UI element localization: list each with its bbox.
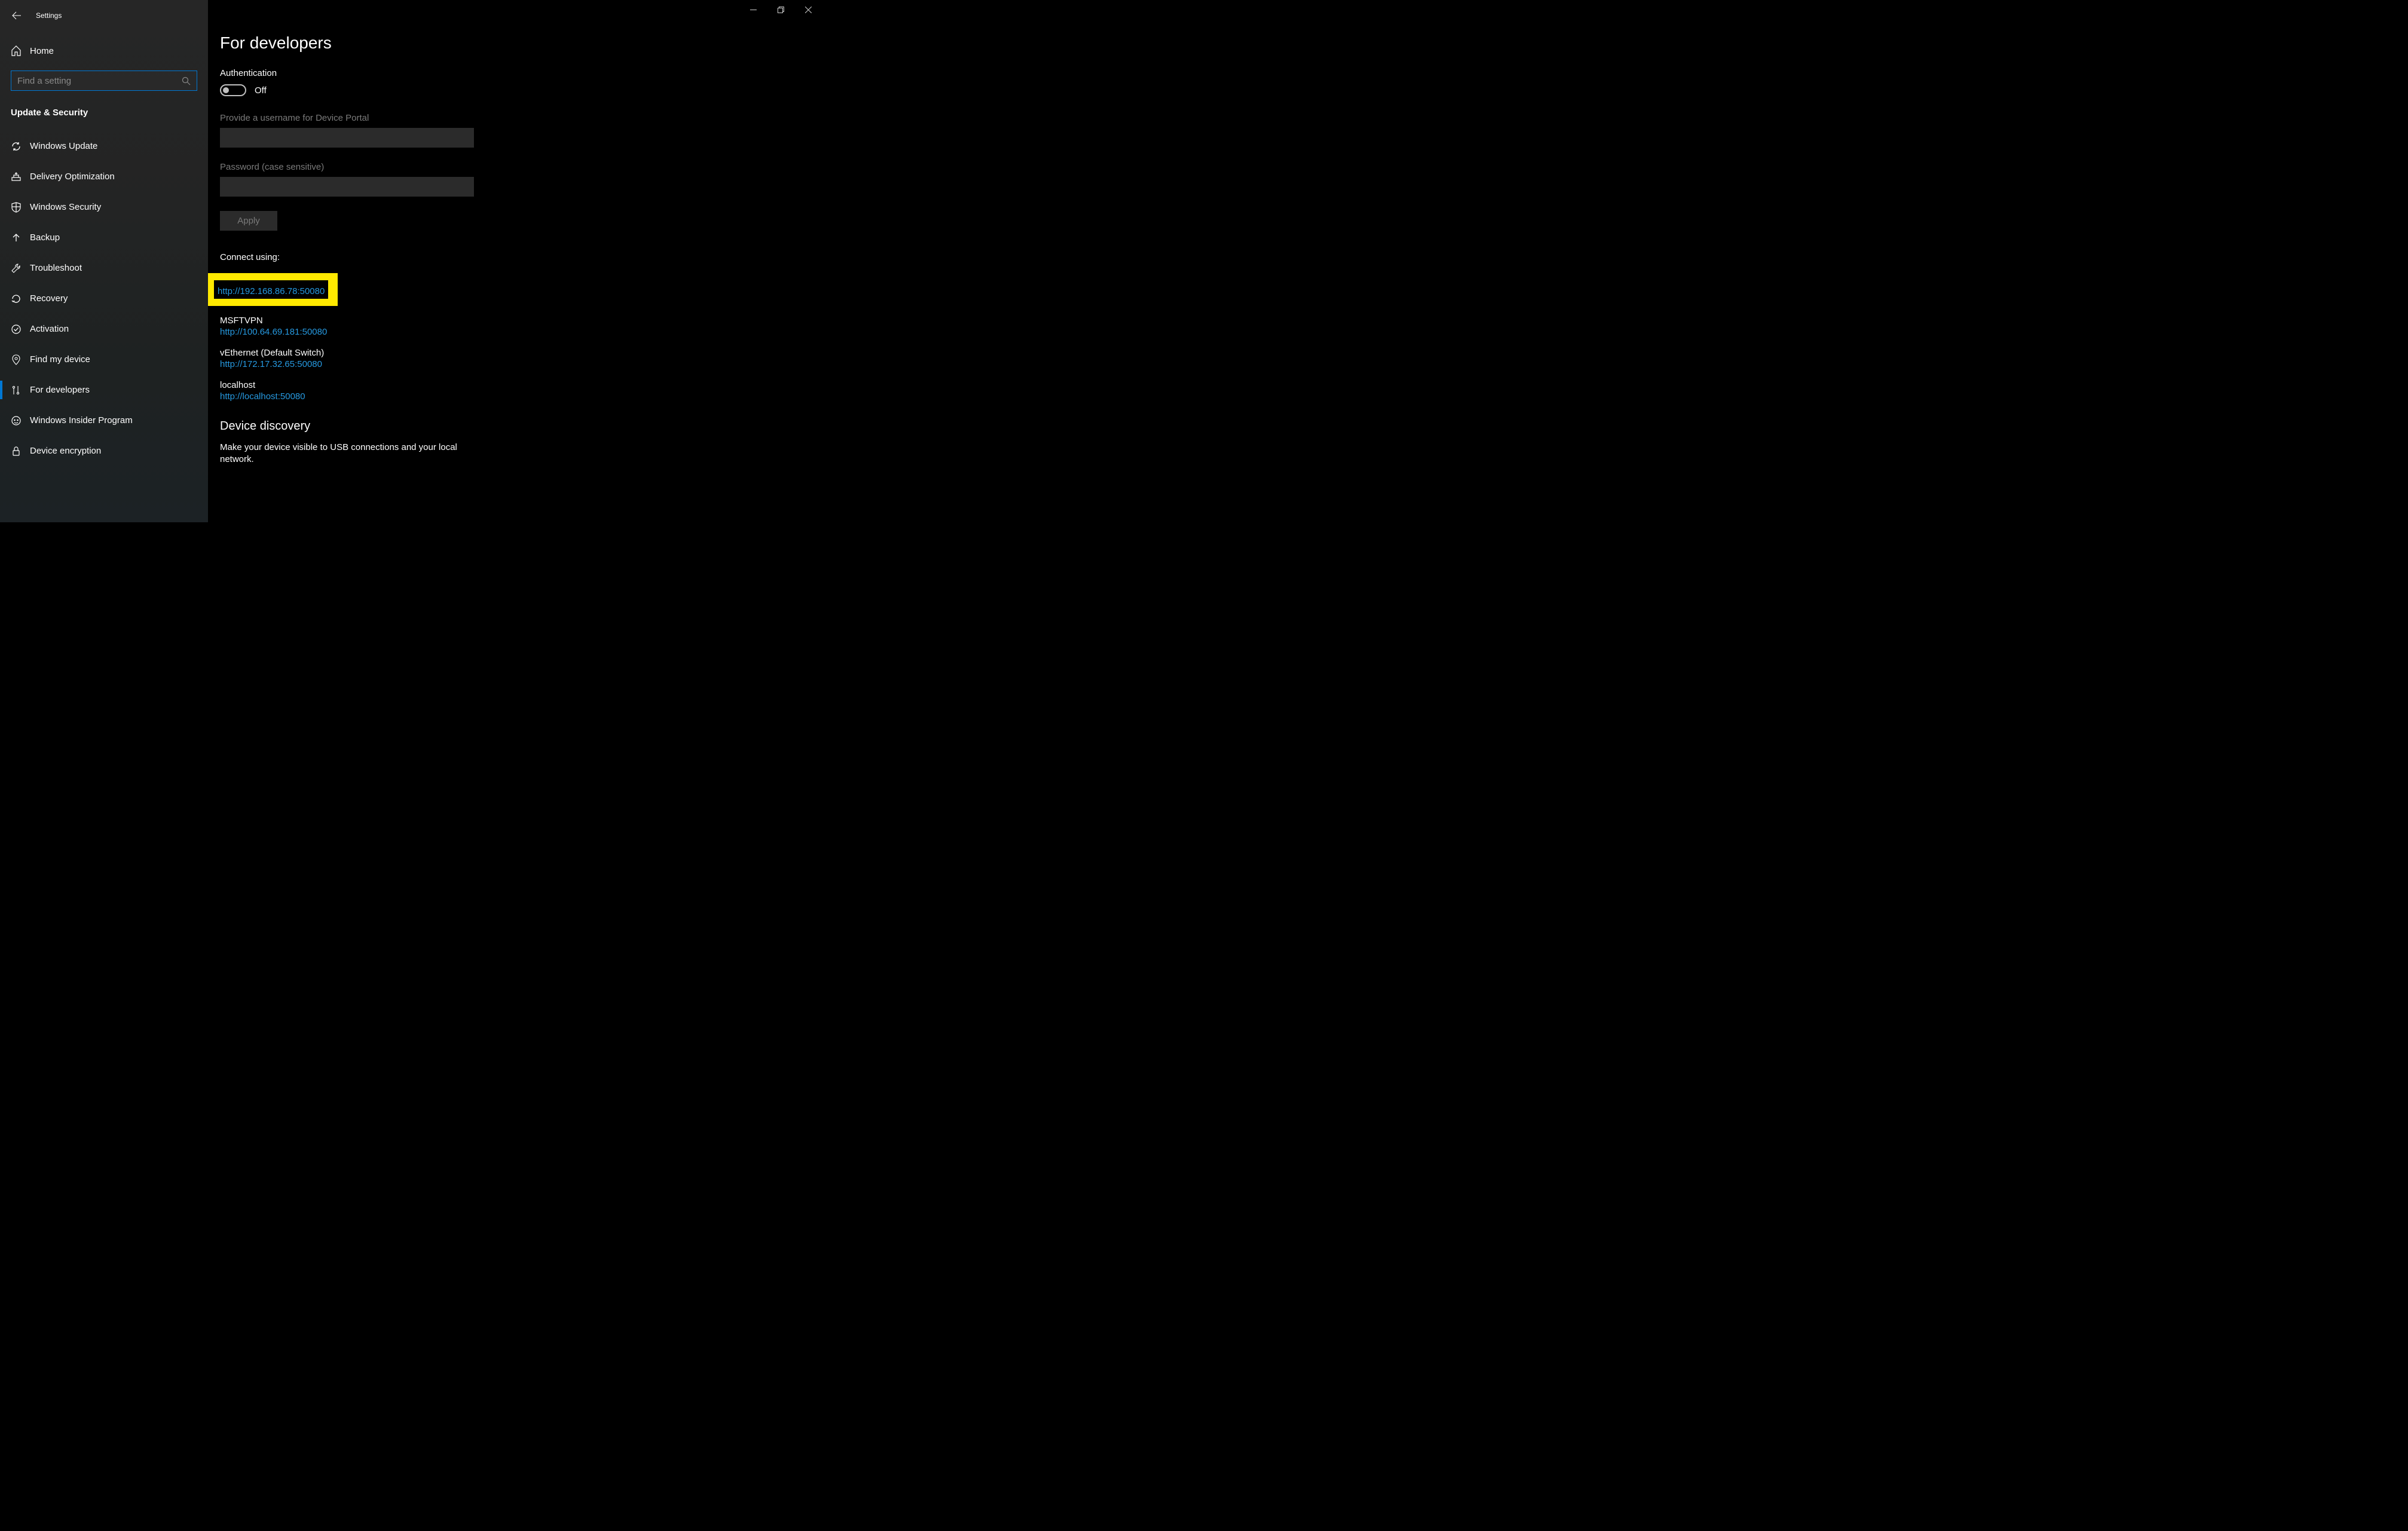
- settings-window: Settings Home Update & Security Windo: [0, 0, 822, 522]
- sidebar-item-troubleshoot[interactable]: Troubleshoot: [0, 253, 208, 283]
- sidebar-item-windows-insider[interactable]: Windows Insider Program: [0, 405, 208, 436]
- sidebar-item-label: Windows Insider Program: [30, 415, 133, 425]
- sync-icon: [11, 141, 30, 152]
- sidebar-item-windows-update[interactable]: Windows Update: [0, 131, 208, 161]
- sidebar-item-label: Find my device: [30, 354, 90, 365]
- connection-item: localhost http://localhost:50080: [220, 380, 822, 402]
- sidebar-item-label: Delivery Optimization: [30, 172, 115, 182]
- search-container: [0, 65, 208, 98]
- connection-name: vEthernet (Default Switch): [220, 348, 822, 358]
- sidebar-item-label: Backup: [30, 232, 60, 243]
- authentication-toggle-row: Off: [220, 84, 822, 96]
- app-title: Settings: [36, 11, 62, 20]
- apply-button[interactable]: Apply: [220, 211, 277, 231]
- password-label: Password (case sensitive): [220, 162, 822, 172]
- sidebar-item-label: Windows Update: [30, 141, 97, 151]
- connect-using-label: Connect using:: [220, 252, 822, 262]
- sidebar-item-backup[interactable]: Backup: [0, 222, 208, 253]
- connection-name: MSFTVPN: [220, 316, 822, 326]
- sidebar-section-title: Update & Security: [0, 98, 208, 131]
- home-label: Home: [30, 46, 54, 56]
- password-input[interactable]: [220, 177, 474, 197]
- window-controls: [739, 0, 822, 19]
- sidebar-item-recovery[interactable]: Recovery: [0, 283, 208, 314]
- username-input[interactable]: [220, 128, 474, 148]
- back-button[interactable]: [8, 7, 25, 24]
- checkmark-circle-icon: [11, 324, 30, 335]
- main-content: For developers Authentication Off Provid…: [208, 0, 822, 522]
- sidebar-item-home[interactable]: Home: [0, 37, 208, 65]
- connection-link[interactable]: http://172.17.32.65:50080: [220, 359, 822, 369]
- connection-link[interactable]: http://localhost:50080: [220, 391, 822, 402]
- arrow-left-icon: [12, 11, 22, 20]
- connection-name: localhost: [220, 380, 822, 390]
- developer-tools-icon: [11, 385, 30, 396]
- search-input[interactable]: [17, 76, 182, 86]
- authentication-toggle[interactable]: [220, 84, 246, 96]
- sidebar-item-label: Activation: [30, 324, 69, 334]
- home-icon: [11, 45, 30, 56]
- lock-icon: [11, 446, 30, 457]
- titlebar: Settings: [0, 5, 208, 26]
- search-box[interactable]: [11, 71, 197, 91]
- device-discovery-description: Make your device visible to USB connecti…: [220, 442, 477, 466]
- close-button[interactable]: [794, 0, 822, 19]
- connection-link[interactable]: http://100.64.69.181:50080: [220, 327, 822, 337]
- sidebar-item-device-encryption[interactable]: Device encryption: [0, 436, 208, 466]
- delivery-icon: [11, 172, 30, 182]
- sidebar-item-activation[interactable]: Activation: [0, 314, 208, 344]
- location-icon: [11, 354, 30, 365]
- sidebar-item-label: For developers: [30, 385, 90, 395]
- nav-list: Windows Update Delivery Optimization Win…: [0, 131, 208, 466]
- toggle-knob: [223, 87, 229, 93]
- sidebar-item-label: Device encryption: [30, 446, 101, 456]
- sidebar-item-windows-security[interactable]: Windows Security: [0, 192, 208, 222]
- sidebar-item-label: Windows Security: [30, 202, 101, 212]
- sidebar-item-label: Troubleshoot: [30, 263, 82, 273]
- maximize-button[interactable]: [767, 0, 794, 19]
- sidebar-item-find-my-device[interactable]: Find my device: [0, 344, 208, 375]
- minimize-button[interactable]: [739, 0, 767, 19]
- sidebar-item-label: Recovery: [30, 293, 68, 304]
- recovery-icon: [11, 293, 30, 304]
- connection-item: vEthernet (Default Switch) http://172.17…: [220, 348, 822, 369]
- connection-item: MSFTVPN http://100.64.69.181:50080: [220, 316, 822, 337]
- insider-icon: [11, 415, 30, 426]
- wrench-icon: [11, 263, 30, 274]
- highlighted-connection: . http://192.168.86.78:50080: [208, 273, 338, 306]
- backup-arrow-icon: [11, 232, 30, 243]
- shield-icon: [11, 202, 30, 213]
- device-discovery-heading: Device discovery: [220, 420, 822, 433]
- sidebar: Settings Home Update & Security Windo: [0, 0, 208, 522]
- search-icon: [182, 76, 191, 85]
- sidebar-item-for-developers[interactable]: For developers: [0, 375, 208, 405]
- authentication-heading: Authentication: [220, 68, 822, 78]
- authentication-toggle-label: Off: [255, 85, 267, 96]
- username-label: Provide a username for Device Portal: [220, 113, 822, 123]
- sidebar-item-delivery-optimization[interactable]: Delivery Optimization: [0, 161, 208, 192]
- highlighted-connection-link[interactable]: http://192.168.86.78:50080: [218, 286, 325, 296]
- page-title: For developers: [220, 33, 822, 53]
